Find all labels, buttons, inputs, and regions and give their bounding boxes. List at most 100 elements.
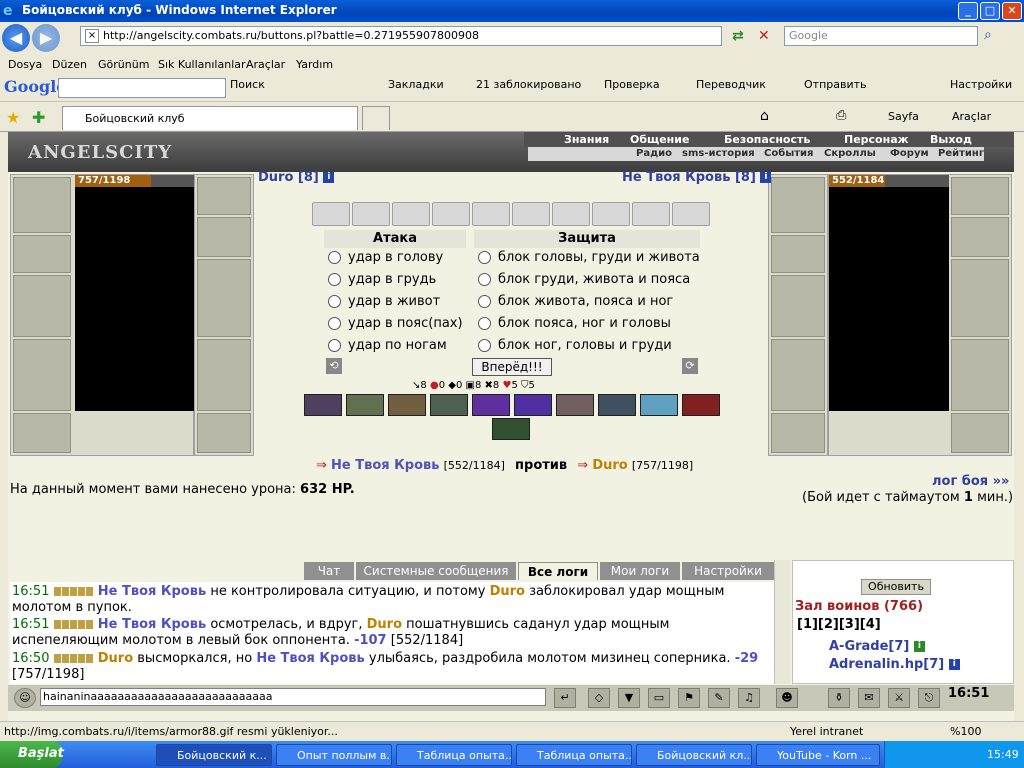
rings-slot[interactable]: [197, 217, 251, 257]
chat-scrollbar[interactable]: [774, 560, 790, 684]
tools-menu[interactable]: Araçlar: [952, 110, 991, 123]
chat-name[interactable]: Duro: [490, 584, 525, 599]
chat-name[interactable]: Duro: [367, 617, 402, 632]
chat-name[interactable]: Не Твоя Кровь: [256, 651, 364, 666]
attack-radio-groin[interactable]: [328, 317, 341, 330]
versus-player1[interactable]: Duro: [592, 458, 627, 473]
belt-slot[interactable]: [771, 413, 825, 453]
earrings-slot[interactable]: [951, 177, 1009, 215]
scroll-icon[interactable]: ✉: [858, 688, 880, 708]
page-menu[interactable]: Sayfa: [888, 110, 919, 123]
taskbar-item[interactable]: Бойцовский к...: [156, 744, 272, 766]
back-button[interactable]: ◀: [2, 24, 30, 52]
tab-system-messages[interactable]: Системные сообщения: [356, 562, 516, 580]
defense-option[interactable]: блок головы, груди и живота: [498, 250, 700, 265]
attack-radio-head[interactable]: [328, 251, 341, 264]
spell-item[interactable]: [640, 394, 678, 416]
eraser-icon[interactable]: ◇: [588, 688, 610, 708]
versus-player2[interactable]: Не Твоя Кровь: [331, 458, 439, 473]
send-button[interactable]: Отправить: [804, 78, 867, 91]
defense-radio[interactable]: [478, 273, 491, 286]
info-icon[interactable]: i: [913, 641, 925, 652]
menu-favorites[interactable]: Sık Kullanılanlar: [158, 58, 246, 71]
defense-radio[interactable]: [478, 317, 491, 330]
menu-file[interactable]: Dosya: [8, 58, 42, 71]
armor-slot[interactable]: [771, 339, 825, 411]
nav-events[interactable]: События: [764, 148, 813, 159]
menu-tools[interactable]: Araçlar: [246, 58, 285, 71]
info-icon[interactable]: i: [948, 659, 960, 670]
add-favorite-icon[interactable]: ✚: [32, 108, 45, 127]
defense-radio[interactable]: [478, 251, 491, 264]
player2-name[interactable]: Не Твоя Кровь [8] i: [622, 170, 772, 185]
google-search-button[interactable]: Поиск: [230, 78, 265, 91]
battle-log-link[interactable]: лог боя »»: [932, 474, 1009, 489]
taskbar-item[interactable]: YouTube - Korn ...: [756, 744, 880, 766]
start-button[interactable]: Başlat: [0, 741, 64, 768]
legs-slot[interactable]: [951, 339, 1009, 411]
attack-option[interactable]: удар в грудь: [348, 272, 436, 287]
smile-person-icon[interactable]: ☺: [14, 688, 36, 708]
shield-slot[interactable]: [951, 259, 1009, 337]
tab-fight-club[interactable]: Бойцовский клуб: [62, 106, 358, 130]
scroll-slot[interactable]: [552, 202, 590, 226]
clan-icon[interactable]: ⚔: [888, 688, 910, 708]
google-search-box[interactable]: [58, 78, 226, 98]
player1-name[interactable]: Duro [8] i: [258, 170, 335, 185]
favorites-star-icon[interactable]: ★: [6, 108, 20, 127]
spell-item[interactable]: [514, 394, 552, 416]
spell-item[interactable]: [346, 394, 384, 416]
rings-slot[interactable]: [951, 217, 1009, 257]
url-field[interactable]: × http://angelscity.combats.ru/buttons.pl…: [80, 26, 722, 46]
chat-name[interactable]: Duro: [98, 651, 133, 666]
belt-slot[interactable]: [13, 413, 71, 453]
scroll-slot[interactable]: [352, 202, 390, 226]
stop-icon[interactable]: ✕: [758, 28, 776, 46]
menu-view[interactable]: Görünüm: [98, 58, 149, 71]
spell-item[interactable]: [430, 394, 468, 416]
weapon-slot[interactable]: [771, 275, 825, 337]
print-icon[interactable]: ⎙: [836, 108, 846, 123]
send-icon[interactable]: ↵: [554, 688, 576, 708]
defense-option[interactable]: блок ног, головы и груди: [498, 338, 672, 353]
tab-all-logs[interactable]: Все логи: [518, 562, 598, 580]
scroll-slot[interactable]: [312, 202, 350, 226]
exit-icon[interactable]: ⎋: [918, 688, 940, 708]
bracers-slot[interactable]: [13, 235, 71, 273]
helmet-slot[interactable]: [13, 177, 71, 233]
bracers-slot[interactable]: [771, 235, 825, 273]
defense-option[interactable]: блок живота, пояса и ног: [498, 294, 673, 309]
scroll-slot[interactable]: [672, 202, 710, 226]
sound-icon[interactable]: ♫: [738, 688, 760, 708]
boots-slot[interactable]: [197, 413, 251, 453]
translit-icon[interactable]: ✎: [708, 688, 730, 708]
filter-icon[interactable]: ▼: [618, 688, 640, 708]
refresh-right-icon[interactable]: ⟳: [682, 358, 698, 374]
scroll-slot[interactable]: [632, 202, 670, 226]
walk-icon[interactable]: ⚑: [678, 688, 700, 708]
attack-radio-belly[interactable]: [328, 295, 341, 308]
attack-option[interactable]: удар в голову: [348, 250, 443, 265]
nav-communication[interactable]: Общение: [630, 133, 689, 146]
attack-option[interactable]: удар в пояс(пах): [348, 316, 463, 331]
close-button[interactable]: ✕: [1002, 2, 1022, 20]
defense-radio[interactable]: [478, 295, 491, 308]
info-icon[interactable]: i: [323, 172, 335, 183]
nav-rating[interactable]: Рейтинг: [938, 148, 984, 159]
nav-scrolls[interactable]: Скроллы: [824, 148, 876, 159]
attack-option[interactable]: удар в живот: [348, 294, 440, 309]
taskbar-item[interactable]: Таблица опыта...: [516, 744, 632, 766]
google-settings-button[interactable]: Настройки: [950, 78, 1012, 91]
minimize-button[interactable]: _: [958, 2, 978, 20]
spell-item[interactable]: [682, 394, 720, 416]
nav-forum[interactable]: Форум: [890, 148, 929, 159]
spell-item[interactable]: [492, 418, 530, 440]
warrior-item[interactable]: Adrenalin.hp[7] i: [829, 657, 960, 672]
monitor-icon[interactable]: ▭: [648, 688, 670, 708]
home-icon[interactable]: ⌂: [760, 108, 769, 124]
taskbar-item[interactable]: Бойцовский кл...: [636, 744, 752, 766]
scroll-slot[interactable]: [592, 202, 630, 226]
menu-edit[interactable]: Düzen: [52, 58, 87, 71]
shield-slot[interactable]: [197, 259, 251, 337]
chat-input[interactable]: hainaninaaaaaaaaaaaaaaaaaaaaaaaaaaa: [40, 688, 546, 706]
